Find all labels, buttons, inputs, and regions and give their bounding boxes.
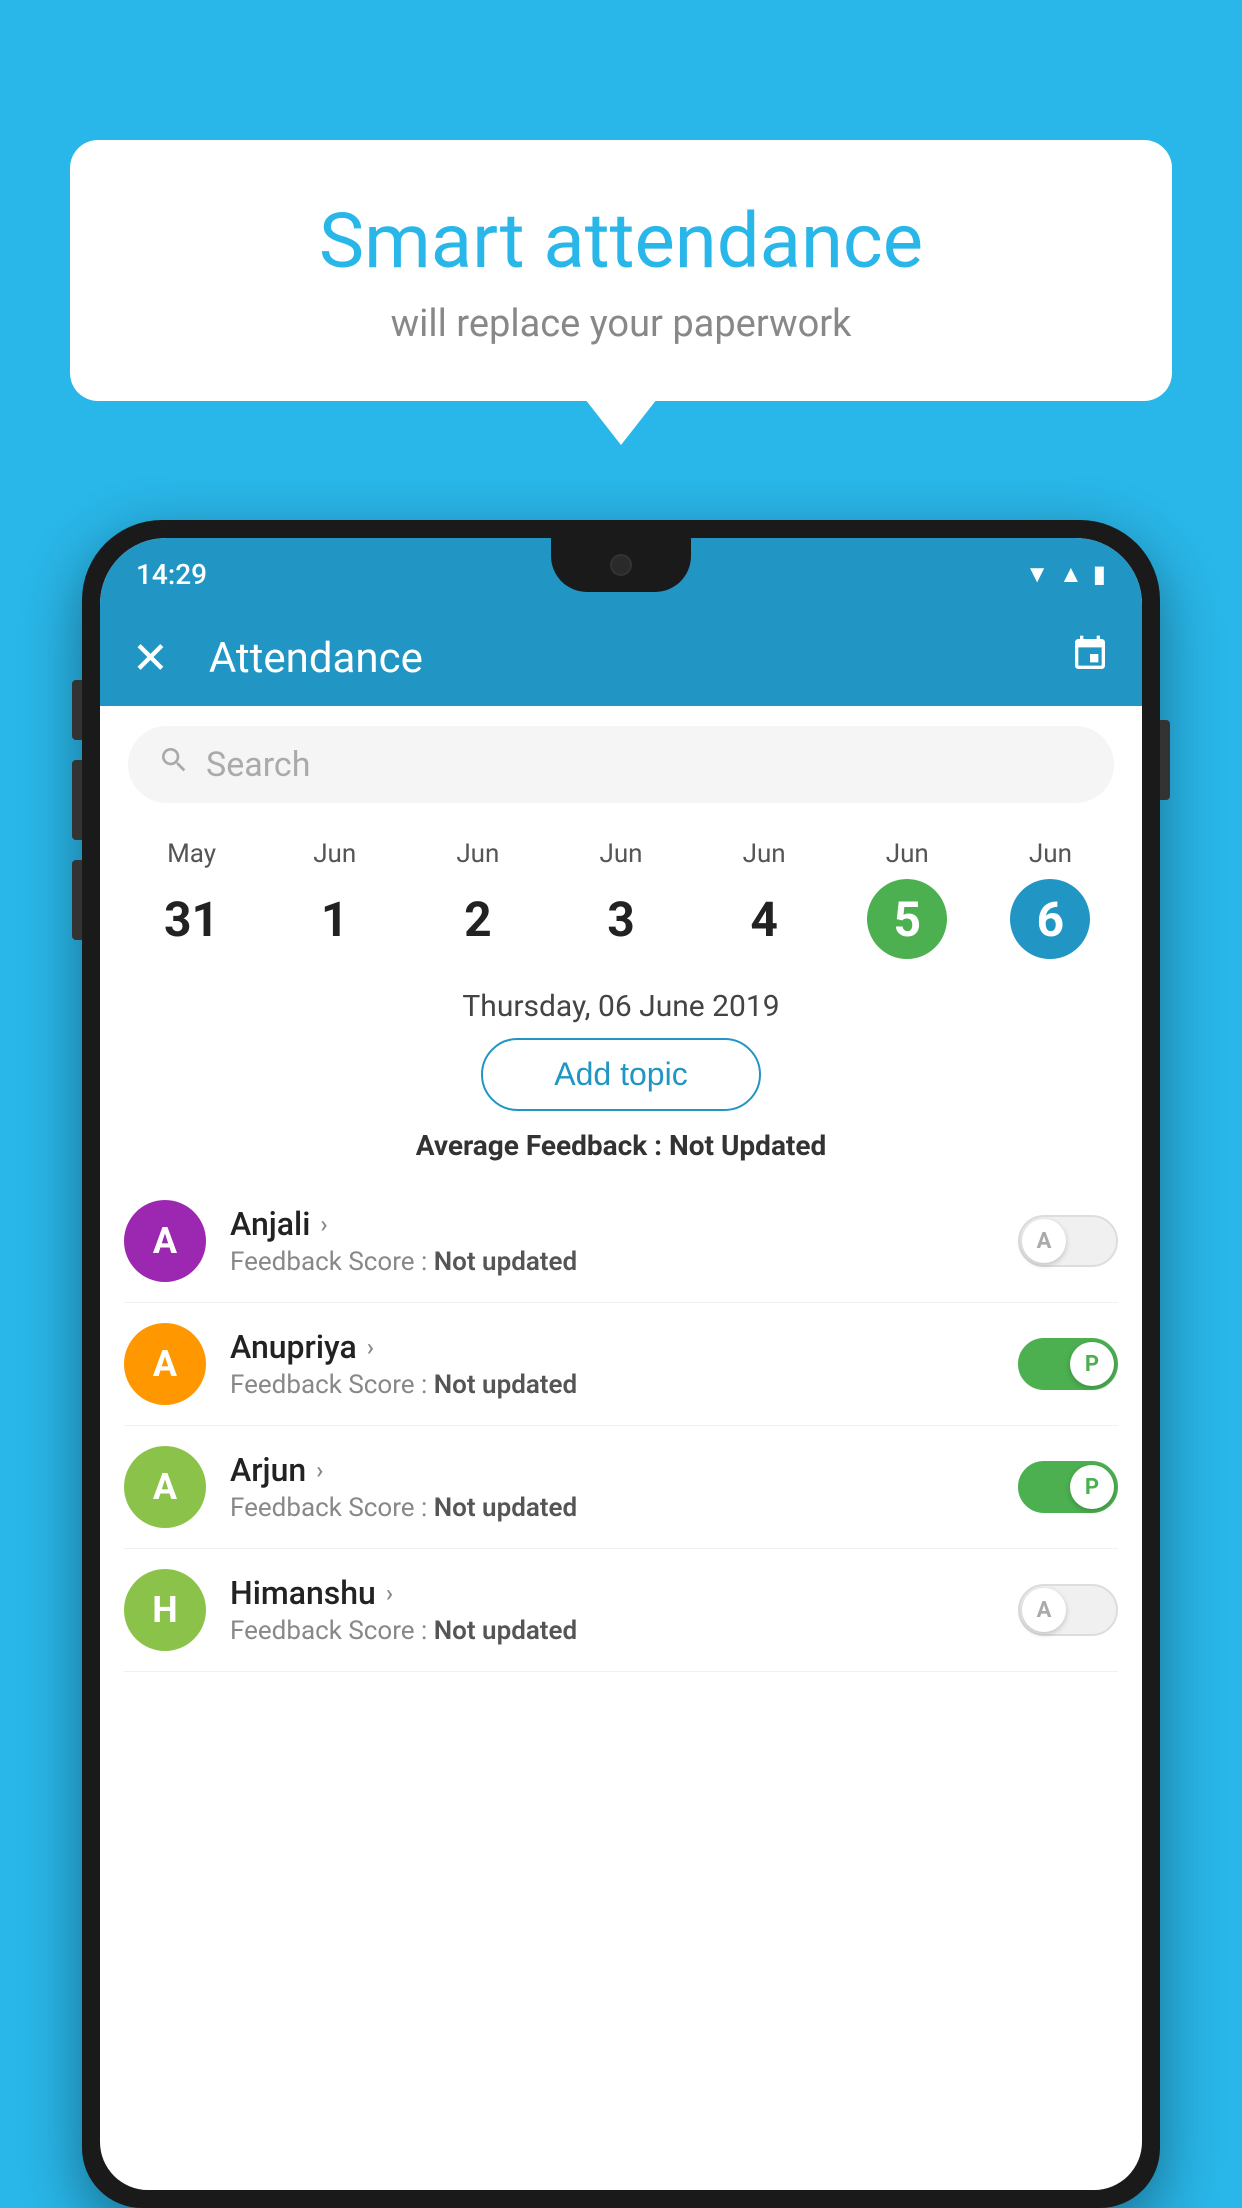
search-placeholder: Search [206,745,310,785]
date-month: Jun [599,839,642,869]
toggle-knob: A [1022,1219,1066,1263]
avg-feedback: Average Feedback : Not Updated [100,1129,1142,1162]
attendance-toggle[interactable]: A [1018,1215,1118,1267]
calendar-icon[interactable] [1070,634,1110,683]
student-avatar: A [124,1200,206,1282]
student-item-1[interactable]: A Anupriya › Feedback Score : Not updated P [124,1303,1118,1426]
notch [551,538,691,592]
volume-up-button [72,760,82,840]
status-bar: 14:29 ▼ ▲ ▮ [100,538,1142,610]
date-number: 2 [438,879,518,959]
student-item-3[interactable]: H Himanshu › Feedback Score : Not updatedA [124,1549,1118,1672]
avg-feedback-label: Average Feedback : [416,1129,662,1162]
student-avatar: A [124,1323,206,1405]
date-scroller[interactable]: May 31 Jun 1 Jun 2 Jun 3 Jun 4 Jun 5 Jun 6 [100,823,1142,979]
date-month: Jun [1029,839,1072,869]
student-feedback: Feedback Score : Not updated [230,1247,1018,1277]
power-button [1160,720,1170,800]
date-number: 4 [724,879,804,959]
app-bar: ✕ Attendance [100,610,1142,706]
student-name: Anjali › [230,1205,1018,1243]
date-number: 1 [295,879,375,959]
date-number: 31 [152,879,232,959]
search-bar[interactable]: Search [128,726,1114,803]
toggle-knob: P [1070,1465,1114,1509]
date-number: 6 [1010,879,1090,959]
date-item-5[interactable]: Jun 5 [836,823,979,979]
avg-feedback-value: Not Updated [669,1129,826,1162]
app-bar-title: Attendance [209,634,1070,683]
student-info: Arjun › Feedback Score : Not updated [230,1451,1018,1523]
date-month: Jun [456,839,499,869]
phone-frame: 14:29 ▼ ▲ ▮ ✕ Attendance [82,520,1160,2208]
student-info: Himanshu › Feedback Score : Not updated [230,1574,1018,1646]
student-feedback: Feedback Score : Not updated [230,1616,1018,1646]
search-icon [158,744,190,785]
chevron-icon: › [316,1456,323,1484]
student-feedback: Feedback Score : Not updated [230,1370,1018,1400]
student-name: Himanshu › [230,1574,1018,1612]
date-item-3[interactable]: Jun 3 [549,823,692,979]
student-feedback: Feedback Score : Not updated [230,1493,1018,1523]
toggle-knob: P [1070,1342,1114,1386]
toggle-knob: A [1022,1588,1066,1632]
wifi-icon: ▼ [1025,560,1049,589]
speech-bubble-container: Smart attendance will replace your paper… [70,140,1172,401]
close-button[interactable]: ✕ [132,632,169,684]
student-item-2[interactable]: A Arjun › Feedback Score : Not updated P [124,1426,1118,1549]
toggle-container[interactable]: A [1018,1215,1118,1267]
attendance-toggle[interactable]: P [1018,1461,1118,1513]
student-item-0[interactable]: AAnjali ›Feedback Score : Not updatedA [124,1180,1118,1303]
chevron-icon: › [367,1333,374,1361]
toggle-container[interactable]: A [1018,1584,1118,1636]
date-number: 3 [581,879,661,959]
attendance-toggle[interactable]: P [1018,1338,1118,1390]
date-month: May [167,839,216,869]
bubble-title: Smart attendance [150,200,1092,284]
selected-date: Thursday, 06 June 2019 [100,989,1142,1024]
student-avatar: H [124,1569,206,1651]
student-list: AAnjali ›Feedback Score : Not updatedAAA… [100,1180,1142,1672]
date-item-4[interactable]: Jun 4 [693,823,836,979]
volume-down-button [72,860,82,940]
date-item-0[interactable]: May 31 [120,823,263,979]
add-topic-button[interactable]: Add topic [481,1038,761,1111]
date-item-6[interactable]: Jun 6 [979,823,1122,979]
date-item-2[interactable]: Jun 2 [406,823,549,979]
status-time: 14:29 [136,558,207,591]
student-name: Anupriya › [230,1328,1018,1366]
toggle-container[interactable]: P [1018,1338,1118,1390]
chevron-icon: › [320,1210,327,1238]
chevron-icon: › [386,1579,393,1607]
speech-bubble: Smart attendance will replace your paper… [70,140,1172,401]
student-info: Anupriya › Feedback Score : Not updated [230,1328,1018,1400]
attendance-toggle[interactable]: A [1018,1584,1118,1636]
signal-icon: ▲ [1059,560,1083,589]
date-month: Jun [743,839,786,869]
phone-screen: 14:29 ▼ ▲ ▮ ✕ Attendance [100,538,1142,2190]
student-info: Anjali › Feedback Score : Not updated [230,1205,1018,1277]
mute-button [72,680,82,740]
status-icons: ▼ ▲ ▮ [1025,560,1106,589]
camera [610,554,632,576]
student-avatar: A [124,1446,206,1528]
date-number: 5 [867,879,947,959]
date-item-1[interactable]: Jun 1 [263,823,406,979]
student-name: Arjun › [230,1451,1018,1489]
bubble-subtitle: will replace your paperwork [150,302,1092,346]
toggle-container[interactable]: P [1018,1461,1118,1513]
date-month: Jun [886,839,929,869]
date-month: Jun [313,839,356,869]
battery-icon: ▮ [1093,560,1106,588]
